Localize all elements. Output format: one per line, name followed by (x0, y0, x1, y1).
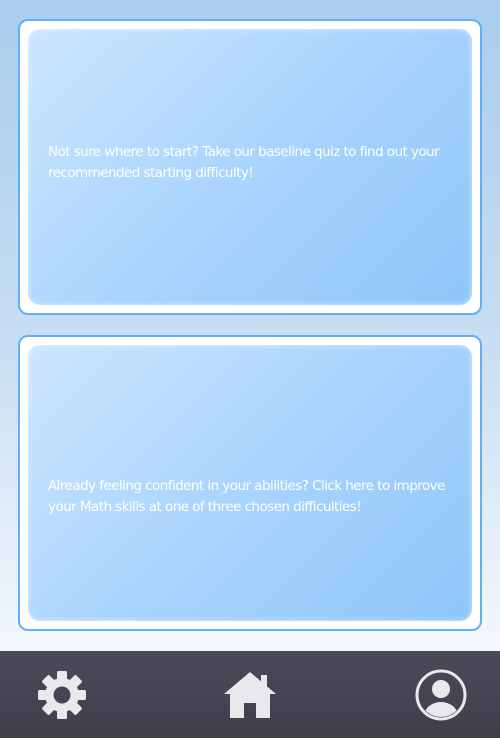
home-icon (224, 672, 276, 718)
practice-card[interactable]: Already feeling confident in your abilit… (18, 335, 482, 631)
practice-card-text: Already feeling confident in your abilit… (48, 478, 445, 515)
home-button[interactable] (220, 667, 280, 723)
user-icon (415, 669, 467, 721)
baseline-quiz-card[interactable]: Not sure where to start? Take our baseli… (18, 19, 482, 315)
gear-icon (38, 671, 86, 719)
baseline-quiz-card-body[interactable]: Not sure where to start? Take our baseli… (28, 29, 472, 305)
profile-button[interactable] (413, 667, 469, 723)
bottom-navigation-bar (0, 651, 500, 738)
baseline-quiz-card-text: Not sure where to start? Take our baseli… (48, 144, 440, 181)
practice-card-body[interactable]: Already feeling confident in your abilit… (28, 345, 472, 621)
settings-button[interactable] (34, 669, 90, 721)
